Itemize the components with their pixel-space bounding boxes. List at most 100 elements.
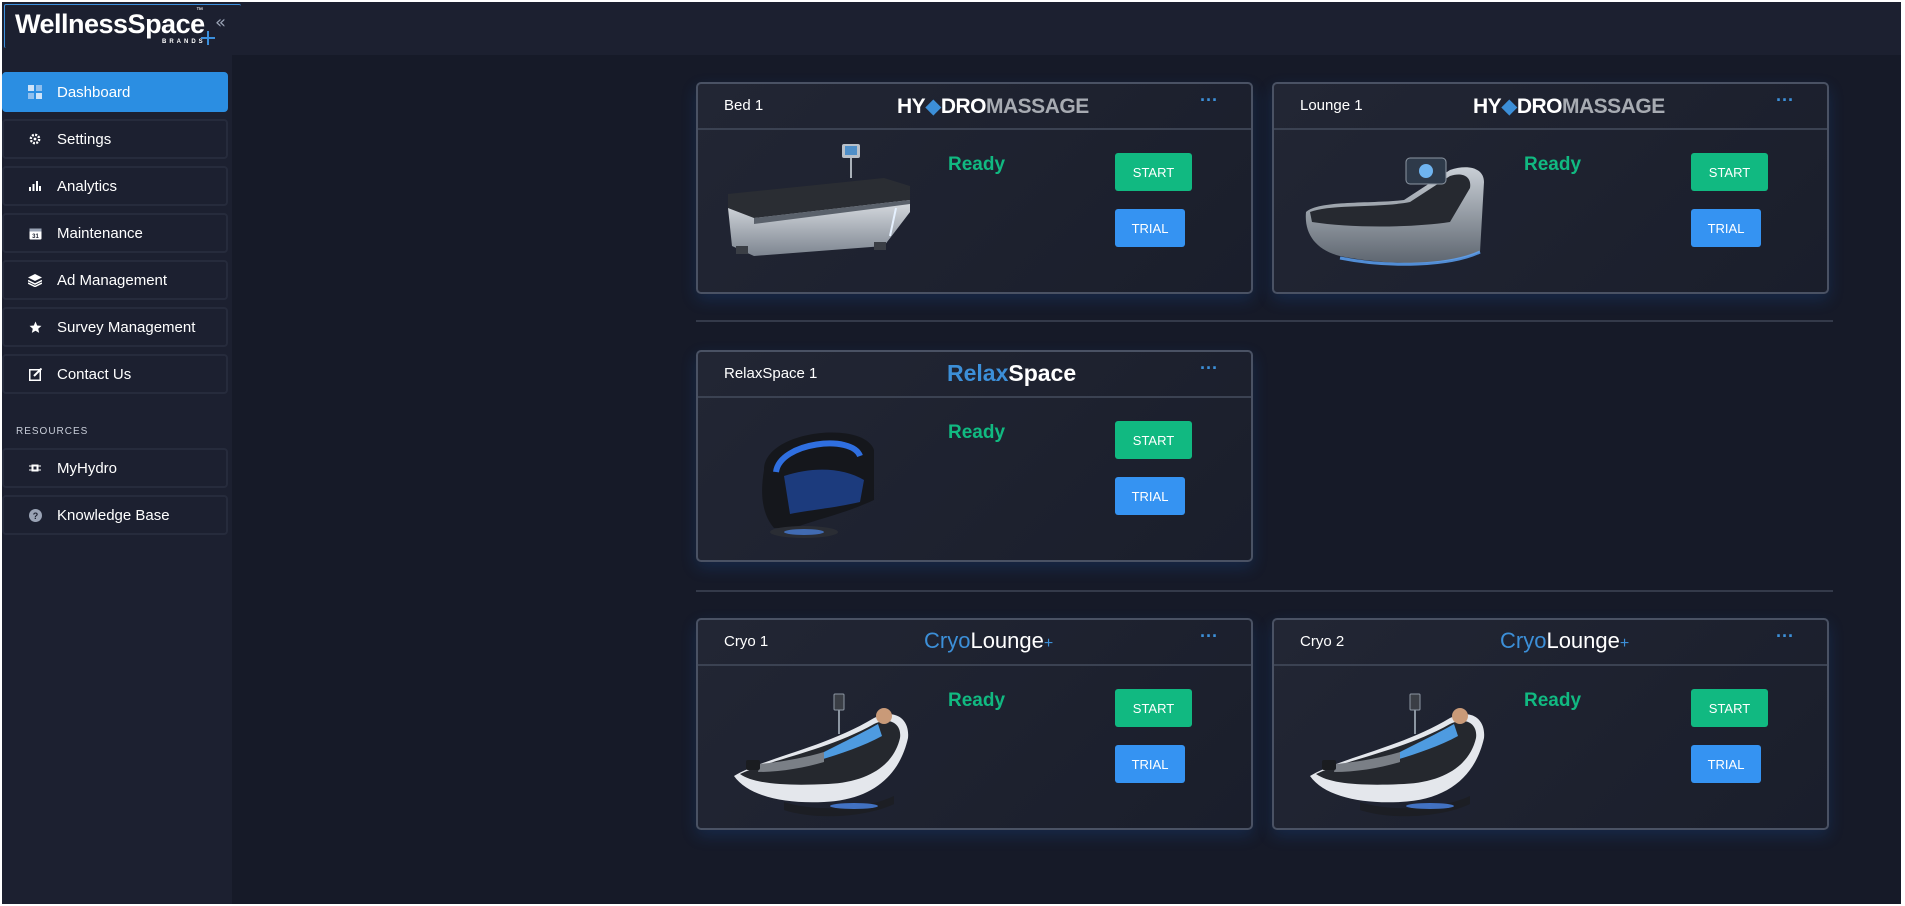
trial-button[interactable]: TRIAL: [1115, 477, 1185, 515]
hydromassage-logo: HY◆DROMASSAGE: [1473, 95, 1665, 118]
calendar-icon: 31: [28, 226, 42, 240]
sidebar-item-label: Survey Management: [57, 318, 196, 336]
brand-logo: WellnessSpace ™ BRANDS: [4, 4, 241, 48]
status-text: Ready: [948, 154, 1006, 175]
sidebar-item-analytics[interactable]: Analytics: [2, 166, 228, 206]
section-divider: [696, 590, 1833, 592]
sidebar-item-label: MyHydro: [57, 459, 118, 477]
status-text: Ready: [948, 690, 1006, 711]
trial-button[interactable]: TRIAL: [1691, 209, 1761, 247]
device-name: Bed 1: [724, 97, 764, 114]
cryolounge-chair-image: [1310, 693, 1485, 817]
bar-chart-icon: [28, 179, 42, 193]
sidebar-item-knowledge-base[interactable]: ? Knowledge Base: [2, 495, 228, 535]
section-divider: [696, 320, 1833, 322]
sidebar-item-ad-management[interactable]: Ad Management: [2, 260, 228, 300]
brand-part: Relax: [947, 360, 1009, 386]
cryolounge-logo: CryoLounge+: [924, 628, 1053, 658]
sidebar-item-contact-us[interactable]: Contact Us: [2, 354, 228, 394]
card-header: Bed 1 HY◆DROMASSAGE ···: [698, 84, 1251, 130]
sidebar-item-dashboard[interactable]: Dashboard: [2, 72, 228, 112]
more-options-icon[interactable]: ···: [1198, 91, 1220, 112]
trial-button[interactable]: TRIAL: [1115, 209, 1185, 247]
sidebar-item-label: Contact Us: [57, 365, 132, 383]
logo-text: WellnessSpace: [15, 9, 205, 39]
layers-icon: [28, 273, 42, 287]
sidebar: WellnessSpace ™ BRANDS « Dashboard Setti…: [2, 2, 241, 904]
status-text: Ready: [948, 422, 1006, 443]
help-icon-text: ?: [32, 511, 38, 521]
relaxspace-pod-image: [762, 432, 874, 538]
resources-section-label: RESOURCES: [16, 426, 89, 437]
brand-part: HY: [897, 95, 926, 118]
device-card-bed-1: Bed 1 HY◆DROMASSAGE ··· Ready START TRIA…: [696, 82, 1253, 294]
device-card-lounge-1: Lounge 1 HY◆DROMASSAGE ··· Ready START T…: [1272, 82, 1829, 294]
star-icon: [28, 320, 42, 334]
more-options-icon[interactable]: ···: [1198, 627, 1220, 648]
device-name: Lounge 1: [1300, 97, 1363, 114]
brand-part: +: [1043, 635, 1054, 652]
start-button[interactable]: START: [1691, 153, 1768, 191]
status-text: Ready: [1524, 154, 1582, 175]
start-button[interactable]: START: [1115, 153, 1192, 191]
brand-part: HY: [1473, 95, 1502, 118]
brand-part: MASSAGE: [986, 95, 1089, 118]
brand-part: DRO: [1516, 95, 1563, 118]
sidebar-item-settings[interactable]: Settings: [2, 119, 228, 159]
brand-part: Lounge: [970, 628, 1044, 653]
brand-part: Cryo: [1500, 628, 1547, 653]
sidebar-item-label: Analytics: [57, 177, 118, 195]
edit-icon: [28, 367, 42, 381]
more-options-icon[interactable]: ···: [1774, 91, 1796, 112]
hydromassage-bed-image: [728, 144, 910, 256]
calendar-icon-text: 31: [32, 234, 39, 240]
start-button[interactable]: START: [1691, 689, 1768, 727]
device-card-cryo-2: Cryo 2 CryoLounge+ ··· Ready START TRIAL: [1272, 618, 1829, 830]
cryolounge-logo: CryoLounge+: [1500, 628, 1629, 658]
more-options-icon[interactable]: ···: [1198, 359, 1220, 380]
help-icon: ?: [28, 508, 42, 522]
hydromassage-lounge-image: [1305, 157, 1484, 266]
more-options-icon[interactable]: ···: [1774, 627, 1796, 648]
device-card-relaxspace-1: RelaxSpace 1 RelaxSpace ··· Ready START …: [696, 350, 1253, 562]
start-button[interactable]: START: [1115, 689, 1192, 727]
cryolounge-chair-image: [734, 693, 909, 817]
brand-part: MASSAGE: [1562, 95, 1665, 118]
brand-part: Cryo: [924, 628, 971, 653]
app-window: WellnessSpace ™ BRANDS « Dashboard Setti…: [2, 2, 1901, 904]
brand-part: Lounge: [1546, 628, 1620, 653]
top-bar: [232, 2, 1901, 55]
card-header: Cryo 2 CryoLounge+ ···: [1274, 620, 1827, 666]
logo-subtitle: BRANDS: [162, 39, 206, 45]
trial-button[interactable]: TRIAL: [1115, 745, 1185, 783]
hydromassage-logo: HY◆DROMASSAGE: [897, 95, 1089, 118]
sidebar-item-survey-management[interactable]: Survey Management: [2, 307, 228, 347]
dashboard-icon: [28, 85, 42, 99]
device-card-cryo-1: Cryo 1 CryoLounge+ ··· Ready START TRIAL: [696, 618, 1253, 830]
gear-icon: [28, 132, 42, 146]
relaxspace-logo: RelaxSpace: [947, 360, 1076, 390]
sidebar-item-label: Settings: [57, 130, 112, 148]
card-header: Cryo 1 CryoLounge+ ···: [698, 620, 1251, 666]
sidebar-item-label: Ad Management: [57, 271, 168, 289]
device-name: Cryo 2: [1300, 633, 1345, 650]
start-button[interactable]: START: [1115, 421, 1192, 459]
brand-part: +: [1619, 635, 1630, 652]
status-text: Ready: [1524, 690, 1582, 711]
card-header: Lounge 1 HY◆DROMASSAGE ···: [1274, 84, 1827, 130]
brand-part: DRO: [940, 95, 987, 118]
logo-trademark: ™: [196, 7, 203, 14]
chip-icon: [28, 461, 42, 475]
card-header: RelaxSpace 1 RelaxSpace ···: [698, 352, 1251, 398]
device-name: RelaxSpace 1: [724, 365, 818, 382]
device-name: Cryo 1: [724, 633, 769, 650]
sidebar-item-label: Dashboard: [57, 83, 131, 101]
sidebar-item-myhydro[interactable]: MyHydro: [2, 448, 228, 488]
sidebar-item-label: Maintenance: [57, 224, 143, 242]
brand-part: Space: [1008, 360, 1077, 386]
collapse-sidebar-icon[interactable]: «: [215, 14, 231, 32]
trial-button[interactable]: TRIAL: [1691, 745, 1761, 783]
logo-plus-mark: [201, 31, 215, 45]
sidebar-item-label: Knowledge Base: [57, 506, 170, 524]
sidebar-item-maintenance[interactable]: 31 Maintenance: [2, 213, 228, 253]
